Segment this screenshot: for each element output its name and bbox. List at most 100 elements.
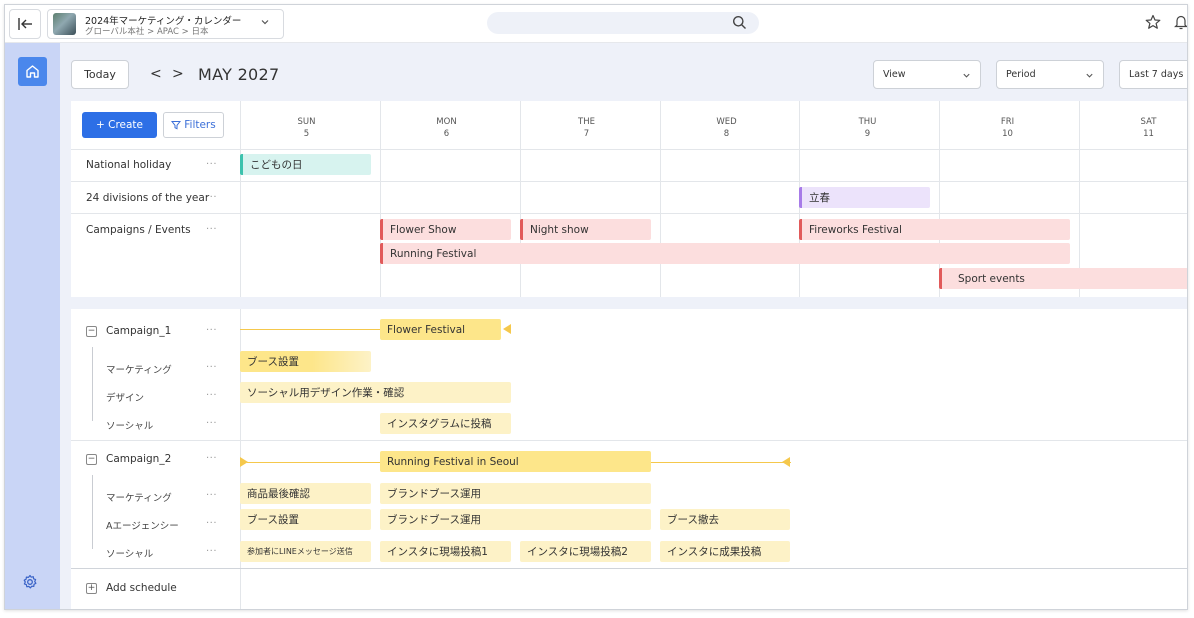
event-night-show[interactable]: Night show [520,219,651,240]
event-kodomo-no-hi[interactable]: こどもの日 [240,154,371,175]
event-fireworks-festival[interactable]: Fireworks Festival [799,219,1070,240]
project-breadcrumb: グローバル本社 > APAC > 日本 [85,27,209,37]
event-sport-events[interactable]: Sport events [939,268,1187,289]
chevron-down-icon [963,73,970,78]
sub-row-design: デザイン [106,393,145,404]
home-button[interactable] [18,57,47,86]
row-menu-button[interactable]: ··· [206,453,217,464]
milestone-flower-festival[interactable]: Flower Festival [380,319,501,340]
grid-line [660,101,661,297]
view-dropdown[interactable]: View [873,60,981,89]
day-name: THU [858,117,877,127]
app-window: 2024年マーケティング・カレンダー グローバル本社 > APAC > 日本 T… [4,4,1188,610]
create-button[interactable]: + Create [82,112,157,138]
event-risshun[interactable]: 立春 [799,187,930,208]
day-header-sat: SAT 11 [1079,116,1187,140]
period-dropdown-label: Period [1006,69,1036,80]
add-schedule-label: Add schedule [106,582,177,594]
chevron-down-icon [1086,73,1093,78]
row-menu-button[interactable]: ··· [206,362,217,373]
day-date: 8 [723,129,730,139]
day-header-thu: THU 9 [798,116,937,140]
filter-icon [171,121,182,130]
project-thumbnail [53,13,76,35]
row-menu-button[interactable]: ··· [206,418,217,429]
row-label-campaigns-events: Campaigns / Events [86,224,191,236]
campaign-1-title: Campaign_1 [106,325,172,337]
star-icon[interactable] [1145,14,1161,30]
next-week-button[interactable]: > [172,66,184,82]
task-line-message[interactable]: 参加者にLINEメッセージ送信 [240,541,371,562]
collapse-sidebar-button[interactable] [9,9,41,39]
campaign-2-title: Campaign_2 [106,453,172,465]
collapse-campaign-2-button[interactable]: − [86,454,97,465]
event-running-festival[interactable]: Running Festival [380,243,1070,264]
filters-label: Filters [184,119,216,131]
grid-line [71,568,1187,569]
task-brand-booth[interactable]: ブランドブース運用 [380,509,651,530]
row-menu-button[interactable]: ··· [206,490,217,501]
left-nav [5,43,60,609]
task-brand-booth[interactable]: ブランドブース運用 [380,483,651,504]
section-gap [71,297,1187,309]
row-menu-button[interactable]: ··· [206,518,217,529]
row-menu-button[interactable]: ··· [206,192,217,203]
row-menu-button[interactable]: ··· [206,546,217,557]
event-flower-show[interactable]: Flower Show [380,219,511,240]
sub-row-agency: Aエージェンシー [106,521,179,532]
task-insta-post-1[interactable]: インスタに現場投稿1 [380,541,511,562]
row-menu-button[interactable]: ··· [206,159,217,170]
home-icon [26,65,39,78]
grid-line [520,101,521,297]
day-date: 11 [1143,129,1154,139]
campaign-1-timeline [240,329,380,330]
prev-week-button[interactable]: < [150,66,162,82]
row-label-24-divisions: 24 divisions of the year [86,192,210,204]
milestone-running-festival-seoul[interactable]: Running Festival in Seoul [380,451,651,472]
day-header-sun: SUN 5 [237,116,376,140]
sub-row-social: ソーシャル [106,421,154,432]
task-booth-setup[interactable]: ブース設置 [240,509,371,530]
task-booth-setup[interactable]: ブース設置 [240,351,371,372]
plus-icon: + [86,582,97,594]
row-menu-button[interactable]: ··· [206,224,217,235]
tree-connector [92,475,102,549]
day-name: THE [578,117,595,127]
row-label-national-holiday: National holiday [86,159,172,171]
day-header-mon: MON 6 [377,116,516,140]
task-social-design[interactable]: ソーシャル用デザイン作業・確認 [240,382,511,403]
day-header-wed: WED 8 [657,116,796,140]
range-dropdown[interactable]: Last 7 days [1119,60,1187,89]
task-product-check[interactable]: 商品最後確認 [240,483,371,504]
bell-icon[interactable] [1174,14,1188,30]
day-name: MON [436,117,457,127]
task-instagram-post[interactable]: インスタグラムに投稿 [380,413,511,434]
today-button[interactable]: Today [71,60,129,89]
timeline-end-marker [503,324,511,334]
task-insta-post-2[interactable]: インスタに現場投稿2 [520,541,651,562]
grid-line [71,213,1187,214]
row-menu-button[interactable]: ··· [206,390,217,401]
day-name: SUN [297,117,316,127]
collapse-campaign-1-button[interactable]: − [86,326,97,337]
grid-line [380,101,381,297]
period-dropdown[interactable]: Period [996,60,1104,89]
day-name: SAT [1140,117,1157,127]
task-insta-result[interactable]: インスタに成果投稿 [660,541,790,562]
add-schedule-button[interactable]: + Add schedule [86,582,177,594]
day-date: 6 [443,129,450,139]
search-input[interactable] [487,12,759,34]
project-selector[interactable]: 2024年マーケティング・カレンダー グローバル本社 > APAC > 日本 [47,9,284,39]
day-header-tue: THE 7 [517,116,656,140]
day-date: 5 [303,129,310,139]
sub-row-marketing: マーケティング [106,365,172,376]
task-booth-removal[interactable]: ブース撤去 [660,509,790,530]
tree-connector [92,347,102,421]
row-menu-button[interactable]: ··· [206,325,217,336]
sub-row-social: ソーシャル [106,549,154,560]
gear-icon[interactable] [22,574,38,590]
filters-button[interactable]: Filters [163,112,224,138]
month-title: MAY 2027 [198,65,280,84]
day-date: 10 [1002,129,1013,139]
search-icon[interactable] [732,15,747,30]
